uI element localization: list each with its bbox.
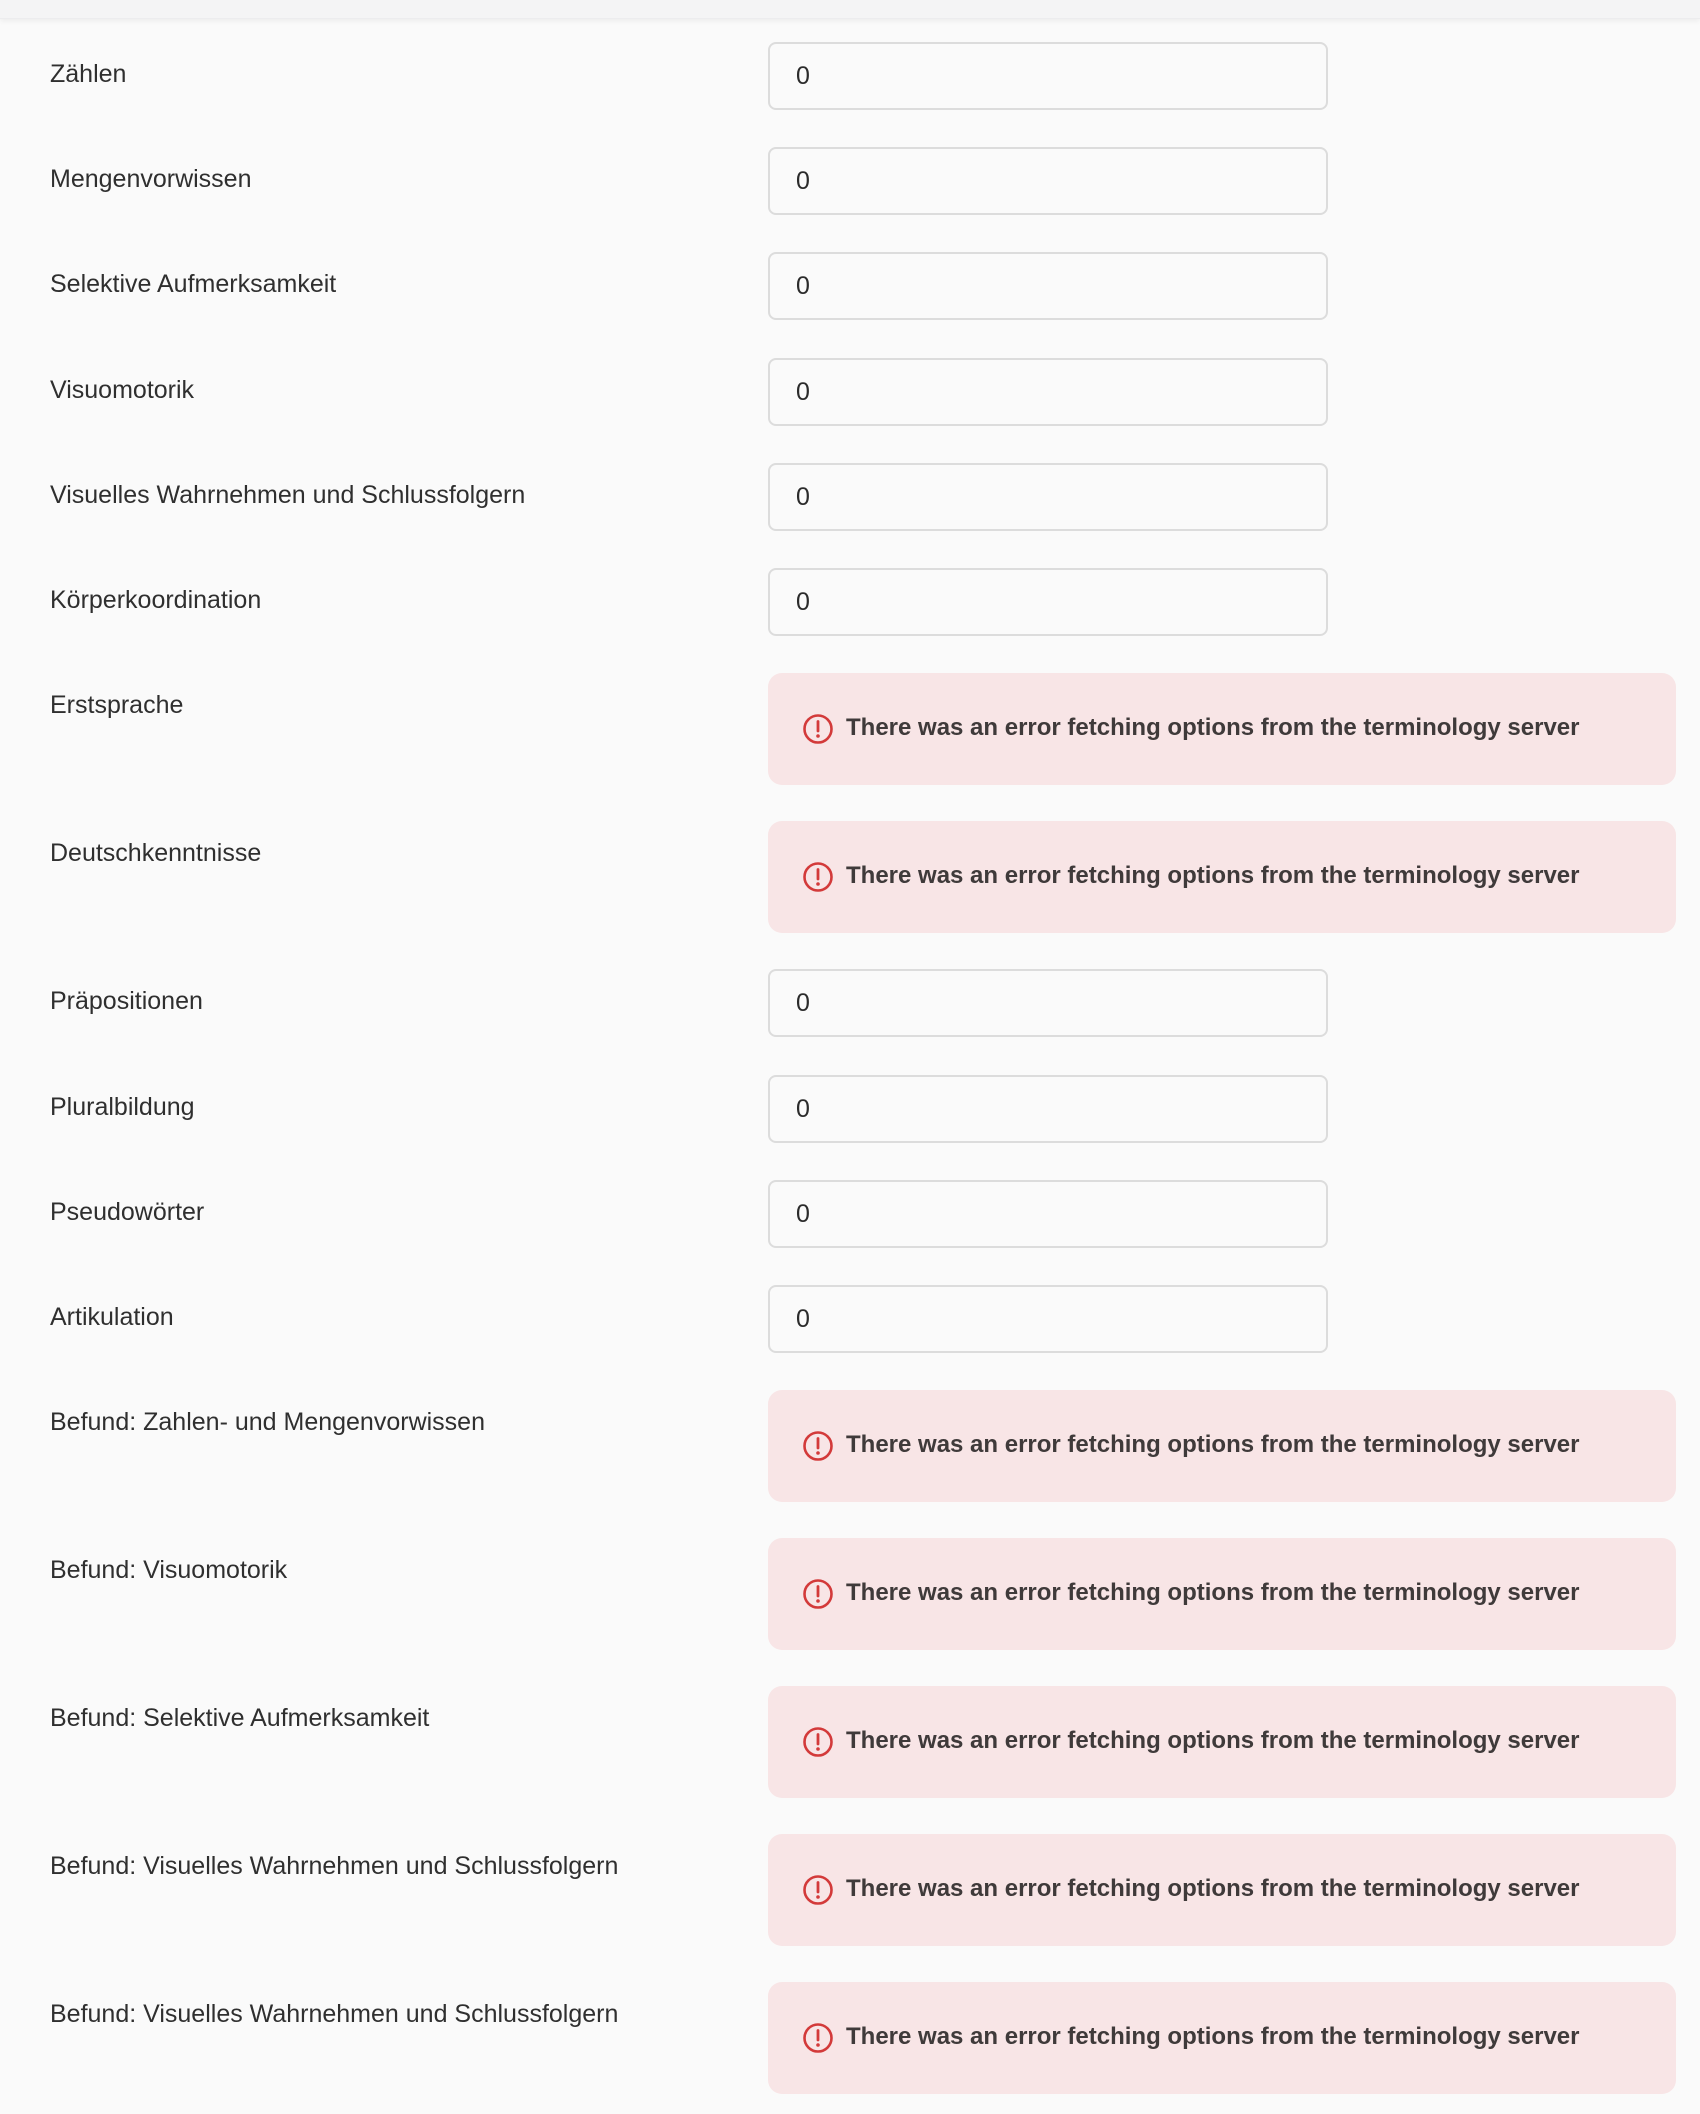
alert-circle-icon [803, 1875, 833, 1905]
alert-circle-icon [803, 714, 833, 744]
number-input[interactable] [768, 1285, 1328, 1353]
field-label: Befund: Zahlen- und Mengenvorwissen [50, 1408, 485, 1436]
field-label: Pseudowörter [50, 1198, 205, 1226]
alert-circle-icon [803, 1579, 833, 1609]
error-alert: There was an error fetching options from… [768, 1538, 1676, 1650]
assessment-form: Zählen Mengenvorwissen Selektive Aufmerk… [0, 0, 1700, 2114]
error-alert: There was an error fetching options from… [768, 1982, 1676, 2094]
field-label: Erstsprache [50, 691, 184, 719]
error-message: There was an error fetching options from… [846, 1579, 1580, 1606]
field-label: Pluralbildung [50, 1093, 195, 1121]
number-input[interactable] [768, 1180, 1328, 1248]
number-input[interactable] [768, 463, 1328, 531]
alert-circle-icon [803, 1431, 833, 1461]
error-message: There was an error fetching options from… [846, 2023, 1580, 2050]
field-label: Deutschkenntnisse [50, 839, 262, 867]
field-label: Mengenvorwissen [50, 165, 252, 193]
field-label: Präpositionen [50, 987, 203, 1015]
error-message: There was an error fetching options from… [846, 1875, 1580, 1902]
field-label: Visuomotorik [50, 376, 195, 404]
number-input[interactable] [768, 252, 1328, 320]
error-message: There was an error fetching options from… [846, 1727, 1580, 1754]
field-label: Körperkoordination [50, 586, 262, 614]
alert-circle-icon [803, 862, 833, 892]
error-alert: There was an error fetching options from… [768, 821, 1676, 933]
number-input[interactable] [768, 1075, 1328, 1143]
number-input[interactable] [768, 969, 1328, 1037]
number-input[interactable] [768, 568, 1328, 636]
field-label: Befund: Selektive Aufmerksamkeit [50, 1704, 430, 1732]
number-input[interactable] [768, 358, 1328, 426]
field-label: Befund: Visuomotorik [50, 1556, 288, 1584]
field-label: Zählen [50, 60, 127, 88]
field-label: Befund: Visuelles Wahrnehmen und Schluss… [50, 1852, 619, 1880]
error-alert: There was an error fetching options from… [768, 1834, 1676, 1946]
error-message: There was an error fetching options from… [846, 714, 1580, 741]
field-label: Artikulation [50, 1303, 174, 1331]
alert-circle-icon [803, 2023, 833, 2053]
number-input[interactable] [768, 42, 1328, 110]
error-alert: There was an error fetching options from… [768, 673, 1676, 785]
error-message: There was an error fetching options from… [846, 862, 1580, 889]
error-message: There was an error fetching options from… [846, 1431, 1580, 1458]
field-label: Befund: Visuelles Wahrnehmen und Schluss… [50, 2000, 619, 2028]
error-alert: There was an error fetching options from… [768, 1686, 1676, 1798]
field-label: Visuelles Wahrnehmen und Schlussfolgern [50, 481, 526, 509]
alert-circle-icon [803, 1727, 833, 1757]
error-alert: There was an error fetching options from… [768, 1390, 1676, 1502]
number-input[interactable] [768, 147, 1328, 215]
field-label: Selektive Aufmerksamkeit [50, 270, 337, 298]
